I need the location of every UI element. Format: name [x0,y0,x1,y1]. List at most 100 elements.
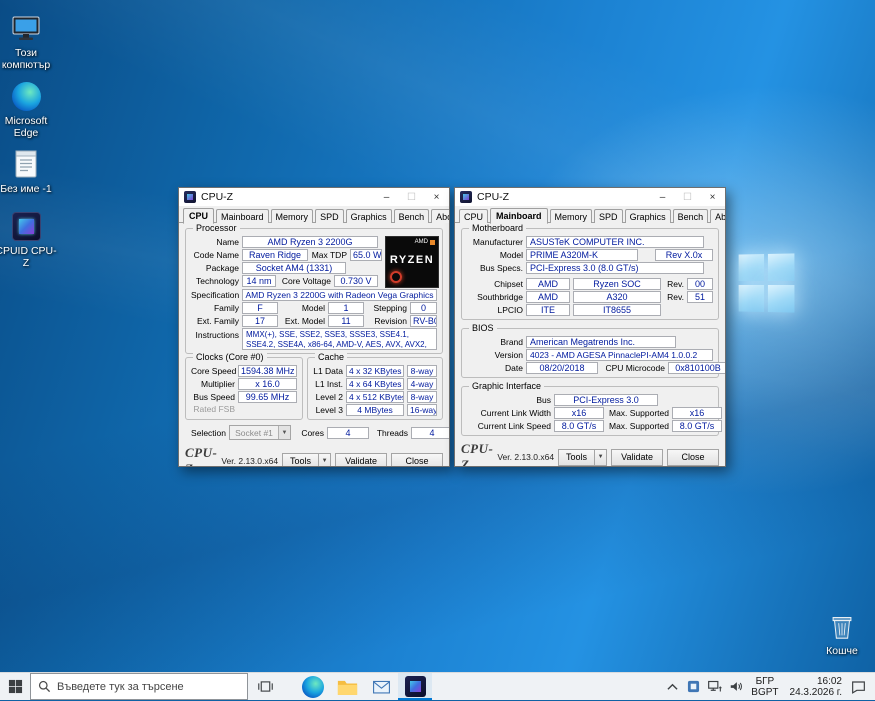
search-input[interactable] [57,681,240,693]
validate-button[interactable]: Validate [335,453,387,468]
tools-button[interactable]: Tools [282,453,318,468]
model-rev-value: Rev X.0x [655,249,713,261]
desktop-icon-edge[interactable]: Microsoft Edge [0,80,58,139]
level2-label: Level 2 [313,392,343,402]
tab-mainboard[interactable]: Mainboard [490,208,548,224]
task-view-button[interactable] [248,673,282,700]
amd-brand-text: AMD [415,239,428,245]
tab-memory[interactable]: Memory [550,209,593,223]
window-title: CPU-Z [477,191,509,203]
action-center-button[interactable] [848,673,869,701]
language-indicator[interactable]: БГР BGPT [746,676,783,698]
tab-about[interactable]: About [431,209,450,223]
socket-selection-dropdown[interactable]: Socket #1 ▼ [229,425,291,440]
cores-label: Cores [294,428,324,438]
model-value: 1 [328,302,364,314]
cpuz-logo-text: CPU-Z [185,445,217,467]
code-name-value: Raven Ridge [242,249,308,261]
lpcio-label: LPCIO [467,305,523,315]
technology-label: Technology [191,276,239,286]
bios-group: BIOS Brand American Megatrends Inc. Vers… [461,328,719,378]
selection-label: Selection [186,428,226,438]
tray-overflow-button[interactable] [662,673,683,701]
this-pc-icon [10,12,42,44]
tab-bar: CPU Mainboard Memory SPD Graphics Bench … [179,206,449,223]
taskbar-mail-button[interactable] [364,673,398,700]
cpuz-logo-text: CPU-Z [461,441,493,467]
tab-bench[interactable]: Bench [673,209,709,223]
desktop-icon-this-pc[interactable]: Този компютър [0,12,58,71]
tab-mainboard[interactable]: Mainboard [216,209,269,223]
validate-button[interactable]: Validate [611,449,663,466]
multiplier-value: x 16.0 [238,378,297,390]
tab-graphics[interactable]: Graphics [346,209,392,223]
level3-size: 4 MBytes [346,404,404,416]
model-label: Model [281,303,325,313]
taskbar-edge-button[interactable] [296,673,330,700]
start-button[interactable] [0,673,30,700]
tray-app-button[interactable] [683,673,704,701]
bios-date-label: Date [467,363,523,373]
network-icon [707,680,722,693]
taskbar-search[interactable] [30,673,248,700]
tab-graphics[interactable]: Graphics [625,209,671,223]
specification-value: AMD Ryzen 3 2200G with Radeon Vega Graph… [242,289,437,301]
tab-memory[interactable]: Memory [271,209,314,223]
bios-brand-value: American Megatrends Inc. [526,336,676,348]
graphic-interface-group: Graphic Interface Bus PCI-Express 3.0 Cu… [461,386,719,436]
tab-spd[interactable]: SPD [594,209,623,223]
tab-cpu[interactable]: CPU [183,208,214,224]
window-footer: CPU-Z Ver. 2.13.0.x64 Tools ▼ Validate C… [179,443,449,467]
taskbar-file-explorer-button[interactable] [330,673,364,700]
taskbar: БГР BGPT 16:02 24.3.2026 г. [0,672,875,700]
ryzen-text: RYZEN [386,254,438,266]
lpcio-model-value: IT8655 [573,304,661,316]
system-tray: БГР BGPT 16:02 24.3.2026 г. [662,673,875,700]
bus-specs-label: Bus Specs. [467,263,523,273]
specification-label: Specification [191,290,239,300]
link-width-value: x16 [554,407,604,419]
lpcio-vendor-value: ITE [526,304,570,316]
tray-volume-button[interactable] [725,673,746,701]
close-button[interactable]: Close [667,449,719,466]
graphic-interface-legend: Graphic Interface [469,381,544,392]
socket-selection-value: Socket #1 [230,428,278,438]
window-title: CPU-Z [201,191,233,203]
recycle-bin-icon [826,610,858,642]
tray-network-button[interactable] [704,673,725,701]
tools-dropdown-arrow[interactable]: ▼ [318,453,331,468]
tools-button[interactable]: Tools [558,449,594,466]
southbridge-vendor-value: AMD [526,291,570,303]
desktop-icon-untitled-document[interactable]: Без име -1 [0,148,58,195]
tray-app-icon [687,680,700,693]
desktop-icon-label: Този компютър [0,47,58,71]
desktop-icon-label: Без име -1 [0,183,51,195]
search-icon [38,680,51,693]
close-button[interactable]: × [700,188,725,206]
tab-cpu[interactable]: CPU [459,209,488,223]
tab-spd[interactable]: SPD [315,209,344,223]
minimize-button[interactable]: – [374,188,399,206]
desktop-icon-label: CPUID CPU-Z [0,245,58,269]
bus-specs-value: PCI-Express 3.0 (8.0 GT/s) [526,262,704,274]
ext-model-value: 11 [328,315,364,327]
desktop-icon-recycle-bin[interactable]: Кошче [810,610,874,657]
close-button[interactable]: × [424,188,449,206]
clock[interactable]: 16:02 24.3.2026 г. [784,676,848,698]
tab-bench[interactable]: Bench [394,209,430,223]
close-button[interactable]: Close [391,453,443,468]
maximize-button: ☐ [675,188,700,206]
desktop-icon-label: Microsoft Edge [0,115,58,139]
minimize-button[interactable]: – [650,188,675,206]
l1-inst-way: 4-way [407,378,437,390]
desktop-icon-cpuz[interactable]: CPUID CPU-Z [0,210,58,269]
titlebar: CPU-Z – ☐ × [455,188,725,206]
cpu-name-value: AMD Ryzen 3 2200G [242,236,378,248]
tab-about[interactable]: About [710,209,726,223]
tools-dropdown-arrow[interactable]: ▼ [594,449,607,466]
taskbar-cpuz-button[interactable] [398,673,432,700]
cpuz-window-mainboard: CPU-Z – ☐ × CPU Mainboard Memory SPD Gra… [454,187,726,467]
bios-brand-label: Brand [467,337,523,347]
stepping-label: Stepping [367,303,407,313]
cpuz-app-icon [184,191,196,203]
